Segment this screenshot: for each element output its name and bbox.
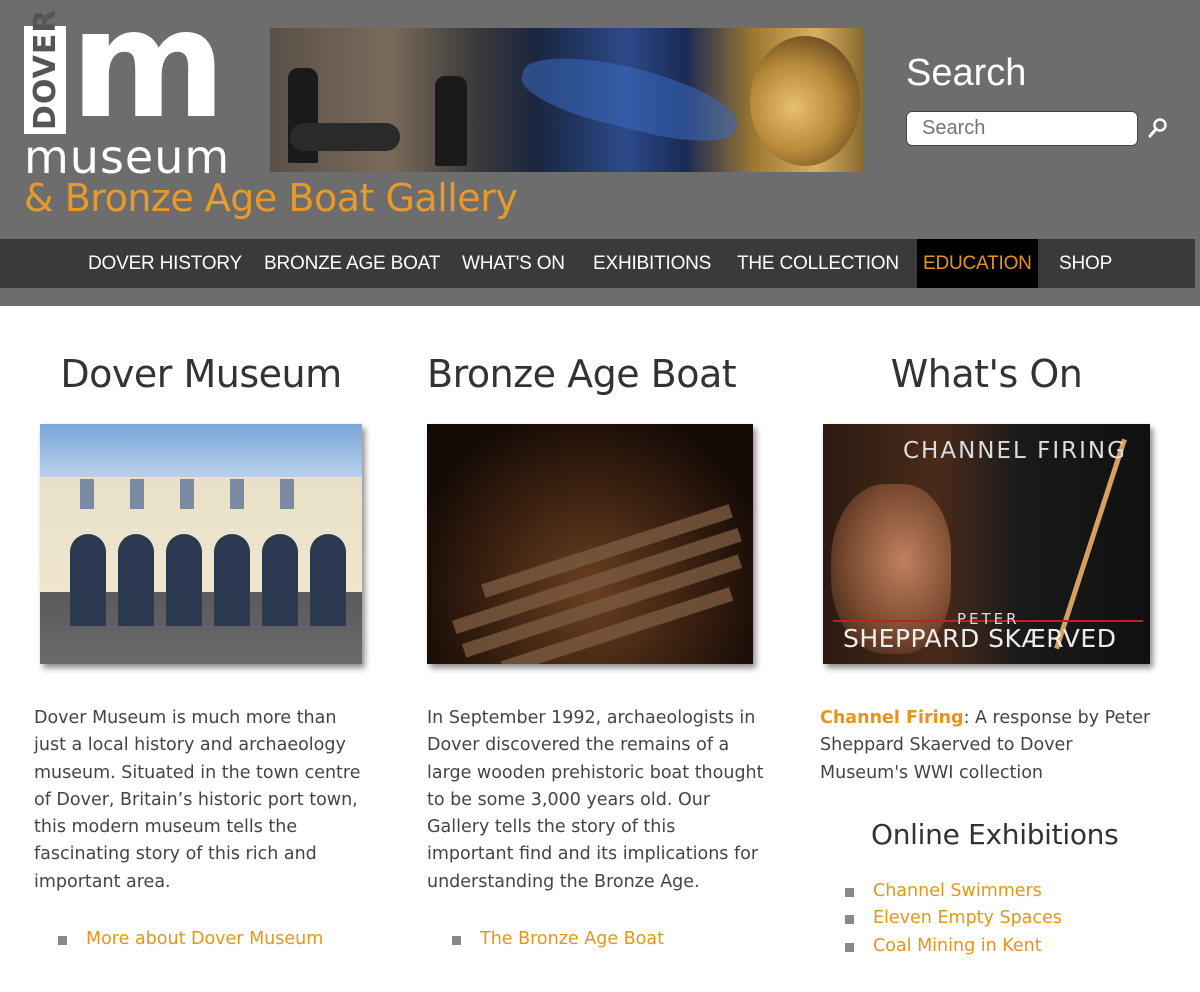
banner-lion <box>750 36 860 166</box>
search-input[interactable] <box>906 111 1138 146</box>
dover-museum-heading: Dover Museum <box>60 352 342 396</box>
building-window <box>130 479 144 509</box>
building-arch <box>262 534 298 626</box>
banner-cannon <box>290 123 400 151</box>
nav-item-the-collection[interactable]: THE COLLECTION <box>737 239 899 288</box>
logo-gallery-text: & Bronze Age Boat Gallery <box>24 176 518 220</box>
nav-item-bronze-age-boat[interactable]: BRONZE AGE BOAT <box>264 239 440 288</box>
dover-museum-links: More about Dover Museum <box>58 926 323 953</box>
building-window <box>80 479 94 509</box>
whats-on-description: Channel Firing: A response by Peter Shep… <box>820 705 1160 787</box>
header-banner-image <box>270 28 863 172</box>
violin-bow <box>1054 438 1127 650</box>
list-item: The Bronze Age Boat <box>452 926 664 953</box>
nav-item-whats-on[interactable]: WHAT'S ON <box>462 239 565 288</box>
search-icon[interactable] <box>1146 116 1170 140</box>
logo-dover-text: DOVER <box>28 8 63 130</box>
logo-m-letter: m <box>70 0 226 152</box>
list-item: Eleven Empty Spaces <box>845 905 1062 932</box>
list-item: More about Dover Museum <box>58 926 323 953</box>
nav-item-education[interactable]: EDUCATION <box>917 239 1038 288</box>
list-item: Coal Mining in Kent <box>845 933 1062 960</box>
bronze-age-boat-heading: Bronze Age Boat <box>427 352 737 396</box>
photo-name-sheppard: SHEPPARD SKÆRVED <box>843 624 1117 653</box>
eleven-empty-spaces-link[interactable]: Eleven Empty Spaces <box>873 908 1062 928</box>
bronze-age-boat-links: The Bronze Age Boat <box>452 926 664 953</box>
online-exhibitions-list: Channel Swimmers Eleven Empty Spaces Coa… <box>845 878 1062 960</box>
building-window <box>180 479 194 509</box>
building-arch <box>70 534 106 626</box>
banner-boat <box>516 42 744 154</box>
photo-title-channel-firing: CHANNEL FIRING <box>903 438 1127 464</box>
bronze-age-boat-description: In September 1992, archaeologists in Dov… <box>427 708 764 892</box>
the-bronze-age-boat-link[interactable]: The Bronze Age Boat <box>480 929 664 949</box>
list-item: Channel Swimmers <box>845 878 1062 905</box>
bronze-age-boat-photo[interactable] <box>427 424 753 664</box>
building-window <box>280 479 294 509</box>
building-arch <box>166 534 202 626</box>
search-title: Search <box>906 52 1027 94</box>
whats-on-heading: What's On <box>890 352 1083 396</box>
banner-figure-soldier-2 <box>435 76 467 166</box>
more-about-dover-museum-link[interactable]: More about Dover Museum <box>86 929 323 949</box>
nav-item-exhibitions[interactable]: EXHIBITIONS <box>593 239 711 288</box>
coal-mining-in-kent-link[interactable]: Coal Mining in Kent <box>873 936 1042 956</box>
site-header: DOVER m museum & Bronze Age Boat Gallery… <box>0 0 1200 306</box>
building-arch <box>118 534 154 626</box>
channel-swimmers-link[interactable]: Channel Swimmers <box>873 881 1042 901</box>
nav-item-shop[interactable]: SHOP <box>1059 239 1112 288</box>
channel-firing-link[interactable]: Channel Firing <box>820 708 964 728</box>
building-window <box>230 479 244 509</box>
main-nav: DOVER HISTORY BRONZE AGE BOAT WHAT'S ON … <box>0 239 1195 288</box>
channel-firing-photo[interactable]: CHANNEL FIRING PETER SHEPPARD SKÆRVED <box>823 424 1150 664</box>
online-exhibitions-heading: Online Exhibitions <box>871 818 1119 851</box>
dover-museum-photo[interactable] <box>40 424 362 664</box>
building-arch <box>310 534 346 626</box>
nav-item-dover-history[interactable]: DOVER HISTORY <box>88 239 242 288</box>
dover-museum-description: Dover Museum is much more than just a lo… <box>34 708 361 892</box>
building-arch <box>214 534 250 626</box>
